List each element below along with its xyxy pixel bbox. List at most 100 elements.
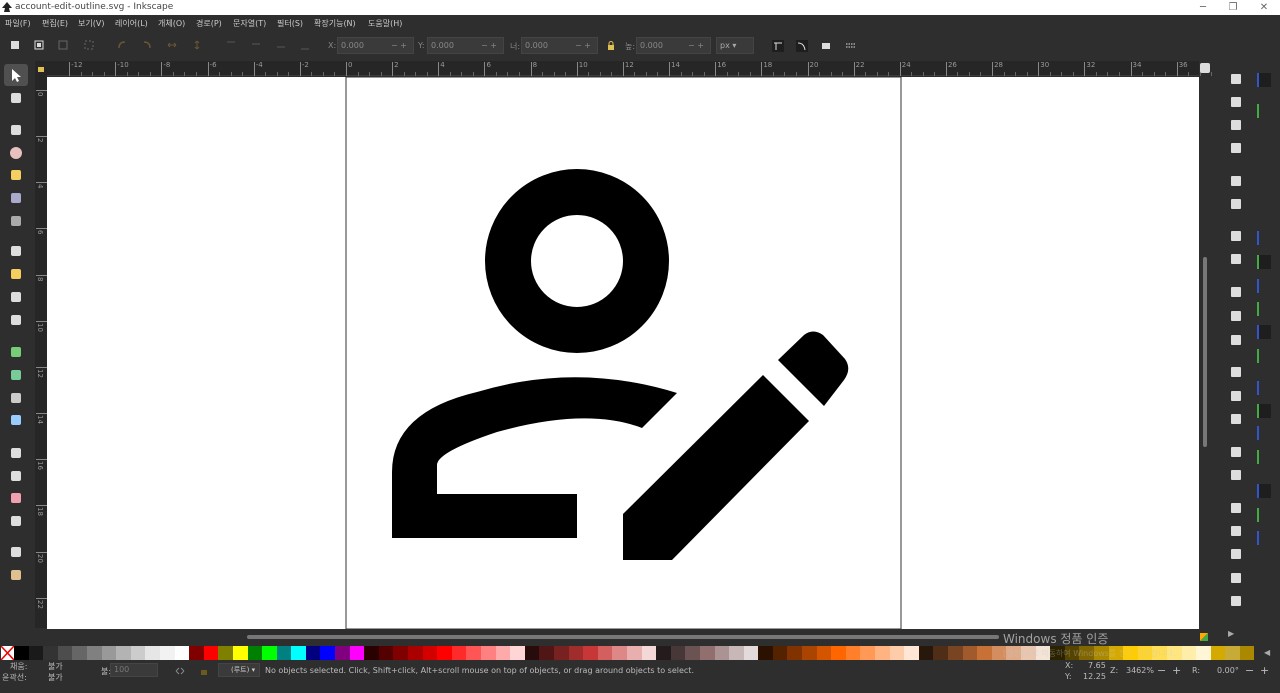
color-swatch[interactable] xyxy=(291,646,306,660)
vertical-scrollbar[interactable] xyxy=(1199,77,1211,629)
color-swatch[interactable] xyxy=(787,646,803,660)
color-swatch[interactable] xyxy=(1210,646,1226,660)
snap-toggle-icon[interactable] xyxy=(1257,349,1271,363)
canvas[interactable] xyxy=(47,77,1199,629)
color-swatch[interactable] xyxy=(729,646,744,660)
lower-icon[interactable] xyxy=(276,40,286,50)
ellipse-tool-icon[interactable] xyxy=(8,145,24,161)
snap-toggle-icon[interactable] xyxy=(1257,426,1271,440)
snap-toggle-icon[interactable] xyxy=(1257,381,1271,395)
color-swatch[interactable] xyxy=(481,646,496,660)
color-swatch[interactable] xyxy=(714,646,730,660)
spray-tool-icon[interactable] xyxy=(8,468,24,484)
color-swatch[interactable] xyxy=(539,646,554,660)
x-spinner[interactable]: − + xyxy=(385,38,413,53)
color-swatch[interactable] xyxy=(305,646,321,660)
color-swatch[interactable] xyxy=(203,646,219,660)
fill-value[interactable]: 불가 xyxy=(48,661,63,672)
menu-file[interactable]: 파일(F) xyxy=(5,18,31,29)
zoom-tool-icon[interactable] xyxy=(8,544,24,560)
color-swatch[interactable] xyxy=(43,646,58,660)
color-swatch[interactable] xyxy=(189,646,204,660)
menu-text[interactable]: 문자열(T) xyxy=(233,18,266,29)
color-swatch[interactable] xyxy=(437,646,452,660)
menu-layer[interactable]: 레이어(L) xyxy=(115,18,148,29)
menu-object[interactable]: 개체(O) xyxy=(158,18,185,29)
menu-help[interactable]: 도움말(H) xyxy=(368,18,402,29)
command-icon[interactable] xyxy=(1231,143,1241,153)
selector-tool-icon[interactable] xyxy=(8,67,24,83)
command-icon[interactable] xyxy=(1231,74,1241,84)
raise-icon[interactable] xyxy=(251,40,261,50)
rotate-90-cw-icon[interactable] xyxy=(142,40,152,50)
color-swatch[interactable] xyxy=(597,646,613,660)
connector-tool-icon[interactable] xyxy=(8,513,24,529)
horizontal-scroll-thumb[interactable] xyxy=(247,635,999,639)
eraser-tool-icon[interactable] xyxy=(8,490,24,506)
y-field[interactable]: 0.000 − + xyxy=(427,37,504,54)
color-swatch[interactable] xyxy=(247,646,263,660)
command-icon[interactable] xyxy=(1231,287,1241,297)
color-swatch[interactable] xyxy=(948,646,963,660)
color-swatch[interactable] xyxy=(378,646,394,660)
pen-tool-icon[interactable] xyxy=(8,266,24,282)
color-swatch[interactable] xyxy=(116,646,131,660)
color-swatch[interactable] xyxy=(568,646,584,660)
text-tool-icon[interactable] xyxy=(8,312,24,328)
rotate-90-ccw-icon[interactable] xyxy=(117,40,127,50)
color-swatch[interactable] xyxy=(583,646,598,660)
color-swatch[interactable] xyxy=(1196,646,1211,660)
command-icon[interactable] xyxy=(1231,199,1241,209)
color-swatch[interactable] xyxy=(364,646,379,660)
color-swatch[interactable] xyxy=(772,646,788,660)
color-swatch[interactable] xyxy=(276,646,292,660)
color-swatch[interactable] xyxy=(57,646,73,660)
width-field[interactable]: 0.000 − + xyxy=(521,37,598,54)
color-swatch[interactable] xyxy=(422,646,438,660)
command-icon[interactable] xyxy=(1231,391,1241,401)
snap-toggle-icon[interactable] xyxy=(1257,531,1271,545)
select-all-layers-icon[interactable] xyxy=(34,40,44,50)
snap-toggle-icon[interactable] xyxy=(1257,302,1271,316)
color-swatch[interactable] xyxy=(918,646,934,660)
color-swatch[interactable] xyxy=(349,646,365,660)
color-swatch[interactable] xyxy=(174,646,190,660)
color-swatch[interactable] xyxy=(262,646,277,660)
y-spinner[interactable]: − + xyxy=(475,38,503,53)
color-swatch[interactable] xyxy=(28,646,44,660)
rotate-value[interactable]: 0.00° xyxy=(1217,666,1239,675)
color-swatch[interactable] xyxy=(72,646,87,660)
command-icon[interactable] xyxy=(1231,503,1241,513)
layer-lock-icon[interactable] xyxy=(200,666,208,675)
measure-tool-icon[interactable] xyxy=(8,567,24,583)
color-swatch[interactable] xyxy=(510,646,525,660)
color-swatch[interactable] xyxy=(933,646,948,660)
gradient-tool-icon[interactable] xyxy=(8,344,24,360)
zoom-value[interactable]: 3462% xyxy=(1126,666,1154,675)
layer-select[interactable]: (루트) ▾ xyxy=(218,663,260,677)
color-swatch[interactable] xyxy=(641,646,657,660)
transform-patterns-icon[interactable] xyxy=(845,40,857,52)
select-all-icon[interactable] xyxy=(10,40,20,50)
palette-scroll-arrow[interactable]: ◀ xyxy=(1264,648,1270,657)
height-spinner[interactable]: − + xyxy=(682,38,710,53)
menu-extensions[interactable]: 확장기능(N) xyxy=(314,18,356,29)
command-icon[interactable] xyxy=(1231,335,1241,345)
command-icon[interactable] xyxy=(1231,573,1241,583)
pencil-tool-icon[interactable] xyxy=(8,243,24,259)
color-swatch[interactable] xyxy=(14,646,29,660)
no-paint-swatch[interactable] xyxy=(1,646,14,660)
vertical-scroll-thumb[interactable] xyxy=(1203,257,1207,447)
color-swatch[interactable] xyxy=(670,646,686,660)
color-swatch[interactable] xyxy=(1225,646,1240,660)
minimize-button[interactable]: ─ xyxy=(1195,1,1211,14)
color-swatch[interactable] xyxy=(466,646,481,660)
calligraphy-tool-icon[interactable] xyxy=(8,289,24,305)
tweak-tool-icon[interactable] xyxy=(8,445,24,461)
view-toggle-icon[interactable] xyxy=(1200,63,1210,73)
width-spinner[interactable]: − + xyxy=(569,38,597,53)
color-swatch[interactable] xyxy=(656,646,671,660)
lock-icon[interactable] xyxy=(606,41,616,51)
color-swatch[interactable] xyxy=(860,646,876,660)
color-swatch[interactable] xyxy=(626,646,642,660)
